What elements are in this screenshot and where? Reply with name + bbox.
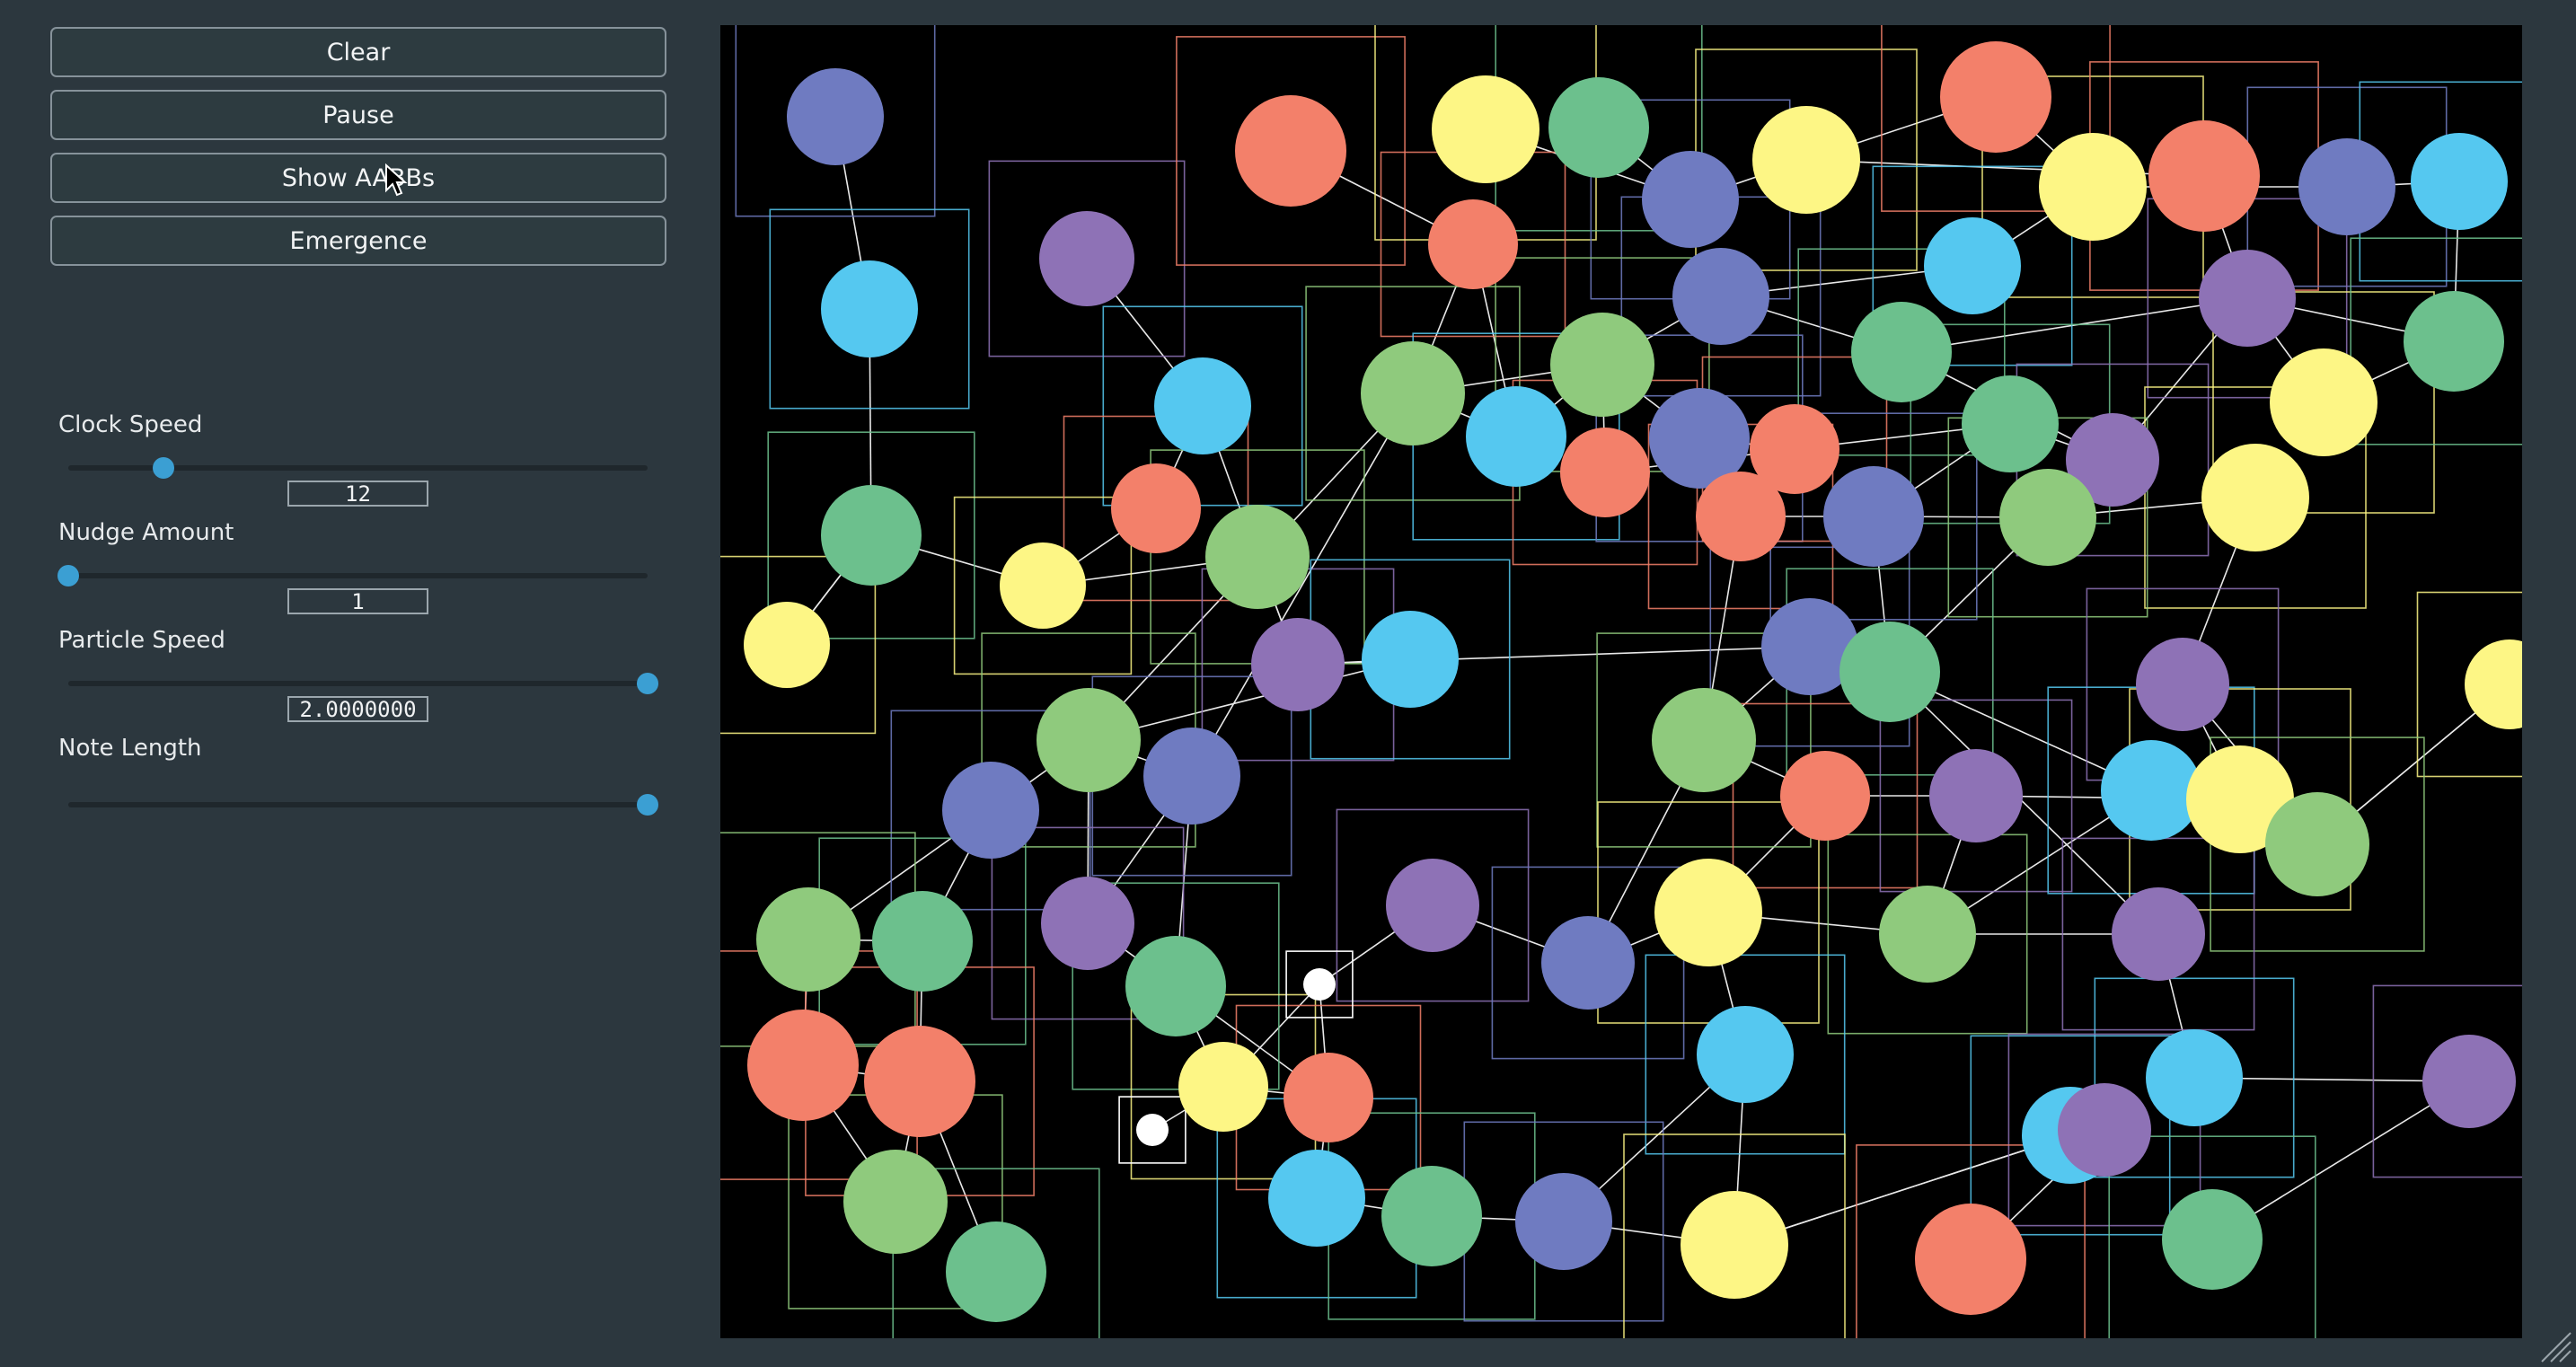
particle[interactable] bbox=[1929, 749, 2023, 842]
particle[interactable] bbox=[2112, 887, 2205, 981]
particle[interactable] bbox=[942, 762, 1039, 859]
emergence-button[interactable]: Emergence bbox=[50, 216, 666, 266]
particle[interactable] bbox=[1560, 428, 1650, 517]
particle[interactable] bbox=[1284, 1053, 1373, 1142]
show-aabbs-button[interactable]: Show AABBs bbox=[50, 153, 666, 203]
particle[interactable] bbox=[821, 485, 922, 586]
particle[interactable] bbox=[872, 891, 973, 992]
particle[interactable] bbox=[1541, 916, 1635, 1010]
particle[interactable] bbox=[1823, 466, 1924, 567]
particle[interactable] bbox=[1041, 877, 1134, 970]
particle[interactable] bbox=[747, 1010, 859, 1121]
particle[interactable] bbox=[1154, 357, 1251, 454]
particle[interactable] bbox=[1432, 75, 1539, 183]
particle[interactable] bbox=[2298, 138, 2395, 235]
particle[interactable] bbox=[1879, 886, 1976, 983]
particle[interactable] bbox=[1205, 505, 1310, 609]
nudge-amount-slider-thumb[interactable] bbox=[57, 565, 79, 586]
particle[interactable] bbox=[1672, 248, 1769, 345]
particle[interactable] bbox=[2411, 133, 2508, 230]
particle[interactable] bbox=[1681, 1191, 1788, 1299]
particle[interactable] bbox=[1940, 41, 2051, 153]
particle[interactable] bbox=[1697, 1006, 1794, 1103]
particle[interactable] bbox=[2270, 348, 2378, 456]
particle[interactable] bbox=[1924, 217, 2021, 314]
particle[interactable] bbox=[843, 1150, 948, 1254]
particle-speed-label: Particle Speed bbox=[58, 627, 225, 654]
particle[interactable] bbox=[1037, 688, 1141, 792]
nudge-amount-slider[interactable] bbox=[57, 565, 648, 586]
particle[interactable] bbox=[1999, 469, 2096, 566]
particle[interactable] bbox=[1515, 1173, 1612, 1270]
note-length-slider[interactable] bbox=[68, 794, 658, 816]
particle[interactable] bbox=[1851, 302, 1952, 402]
particle[interactable] bbox=[2201, 444, 2309, 551]
particle[interactable] bbox=[2265, 792, 2369, 896]
particle[interactable] bbox=[2422, 1035, 2516, 1128]
nudge-amount-label: Nudge Amount bbox=[58, 519, 234, 546]
clock-speed-slider[interactable] bbox=[68, 457, 648, 479]
particle[interactable] bbox=[946, 1221, 1046, 1322]
particle[interactable] bbox=[787, 68, 884, 165]
pause-button[interactable]: Pause bbox=[50, 90, 666, 140]
particle[interactable] bbox=[2058, 1083, 2151, 1177]
particle[interactable] bbox=[1548, 77, 1649, 178]
particle[interactable] bbox=[1143, 728, 1240, 825]
nudge-particle[interactable] bbox=[1136, 1114, 1169, 1146]
particle[interactable] bbox=[1752, 106, 1860, 214]
particle[interactable] bbox=[756, 887, 860, 992]
particle[interactable] bbox=[1550, 313, 1654, 417]
particle[interactable] bbox=[1235, 95, 1346, 207]
particle[interactable] bbox=[2162, 1189, 2263, 1290]
particle[interactable] bbox=[1178, 1042, 1268, 1132]
clock-speed-label: Clock Speed bbox=[58, 411, 203, 438]
particle[interactable] bbox=[2199, 250, 2296, 347]
particle[interactable] bbox=[1466, 386, 1566, 487]
particle[interactable] bbox=[2148, 120, 2260, 232]
particle-speed-slider-thumb[interactable] bbox=[637, 673, 658, 694]
particle[interactable] bbox=[1362, 611, 1459, 708]
particle[interactable] bbox=[1381, 1166, 1482, 1266]
clear-button[interactable]: Clear bbox=[50, 27, 666, 77]
particle[interactable] bbox=[2101, 740, 2201, 841]
simulation-canvas[interactable] bbox=[720, 25, 2522, 1338]
particle[interactable] bbox=[1915, 1204, 2026, 1315]
particle[interactable] bbox=[2039, 133, 2147, 241]
particle[interactable] bbox=[1111, 463, 1201, 553]
particle-speed-slider[interactable] bbox=[68, 673, 658, 694]
resize-grip-icon[interactable] bbox=[2536, 1327, 2572, 1363]
clock-speed-value[interactable]: 12 bbox=[287, 481, 428, 507]
particle[interactable] bbox=[1251, 618, 1345, 711]
particle[interactable] bbox=[1428, 199, 1518, 289]
clock-speed-slider-thumb[interactable] bbox=[153, 457, 175, 479]
particle[interactable] bbox=[1361, 341, 1465, 445]
particle[interactable] bbox=[1268, 1150, 1365, 1247]
nudge-amount-value[interactable]: 1 bbox=[287, 588, 428, 614]
particle[interactable] bbox=[1962, 375, 2059, 472]
particle[interactable] bbox=[1780, 751, 1870, 841]
particle[interactable] bbox=[1652, 688, 1756, 792]
particle[interactable] bbox=[1642, 151, 1739, 248]
note-length-slider-thumb[interactable] bbox=[637, 794, 658, 816]
particle[interactable] bbox=[1386, 859, 1479, 952]
particle[interactable] bbox=[864, 1026, 975, 1137]
particle[interactable] bbox=[1696, 472, 1786, 561]
particle[interactable] bbox=[2136, 638, 2229, 731]
particle[interactable] bbox=[2146, 1029, 2243, 1126]
note-length-label: Note Length bbox=[58, 735, 202, 762]
particle[interactable] bbox=[1654, 859, 1762, 966]
particle[interactable] bbox=[2404, 291, 2504, 392]
particle[interactable] bbox=[1839, 622, 1940, 722]
nudge-particle[interactable] bbox=[1303, 968, 1336, 1001]
particle[interactable] bbox=[1039, 211, 1134, 306]
particle[interactable] bbox=[1000, 542, 1086, 629]
particle[interactable] bbox=[1125, 936, 1226, 1036]
particle[interactable] bbox=[821, 260, 918, 357]
particle[interactable] bbox=[2465, 639, 2522, 729]
arrow-cursor-icon bbox=[385, 163, 408, 197]
particle-speed-value[interactable]: 2.0000000 bbox=[287, 696, 428, 722]
particle[interactable] bbox=[744, 602, 830, 688]
